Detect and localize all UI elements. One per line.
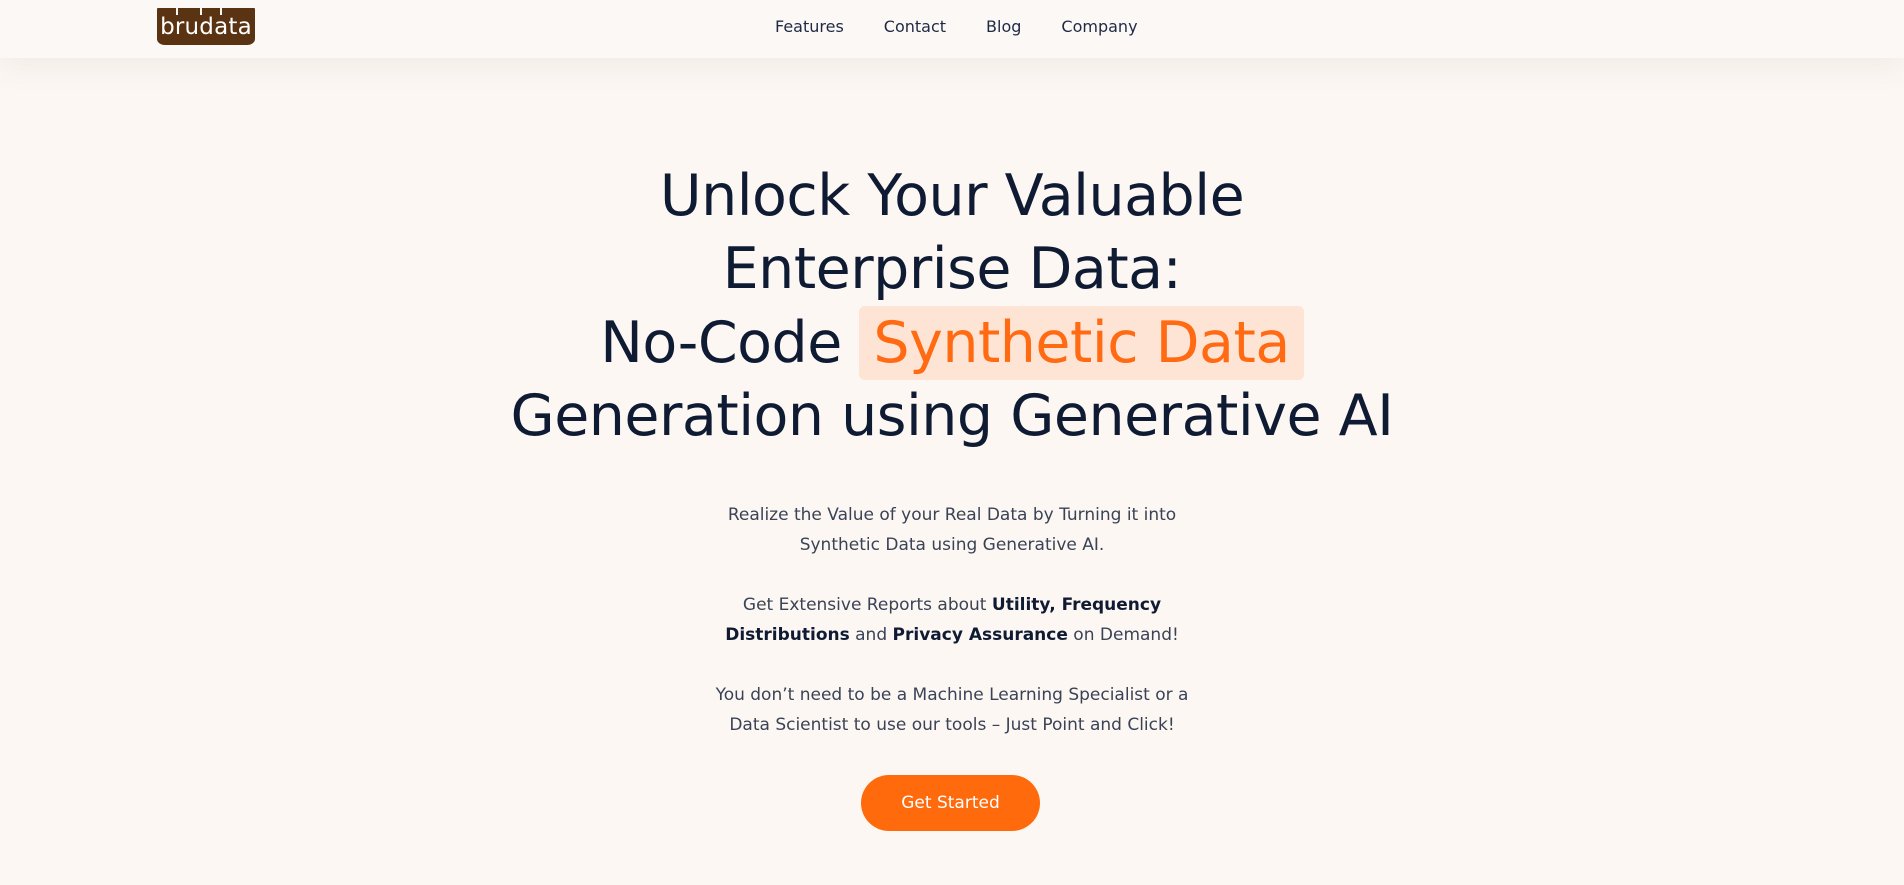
brand-logo[interactable]: brudata [157,8,255,45]
headline-prefix: No-Code [600,310,860,376]
nav-link-company[interactable]: Company [1061,17,1137,37]
logo-notch [220,8,222,15]
nav-link-blog[interactable]: Blog [986,17,1021,37]
logo-notch [200,8,202,15]
nav-link-contact[interactable]: Contact [884,17,946,37]
headline-line-3: No-Code Synthetic Data [0,306,1904,380]
headline-highlight: Synthetic Data [859,306,1304,380]
headline-line-4: Generation using Generative AI [510,383,1394,449]
hero-paragraph-reports: Get Extensive Reports about Utility, Fre… [702,590,1202,650]
nav-link-features[interactable]: Features [775,17,844,37]
headline-line-2: Enterprise Data: [722,236,1182,302]
get-started-button[interactable]: Get Started [861,775,1040,831]
top-navbar: brudata Features Contact Blog Company [0,0,1904,58]
reports-bold-privacy: Privacy Assurance [892,625,1068,645]
hero-headline: Unlock Your Valuable Enterprise Data: No… [0,160,1904,453]
hero-paragraph-value: Realize the Value of your Real Data by T… [727,505,1177,555]
logo-notch [176,8,178,15]
reports-text-2: and [849,625,893,645]
logo-text: brudata [160,14,252,40]
reports-text-3: on Demand! [1067,625,1179,645]
hero-paragraph-no-code: You don’t need to be a Machine Learning … [715,685,1189,735]
main-nav: Features Contact Blog Company [775,17,1138,37]
headline-line-1: Unlock Your Valuable [659,163,1245,229]
reports-text-1: Get Extensive Reports about [742,595,992,615]
hero-section: Unlock Your Valuable Enterprise Data: No… [0,160,1904,453]
